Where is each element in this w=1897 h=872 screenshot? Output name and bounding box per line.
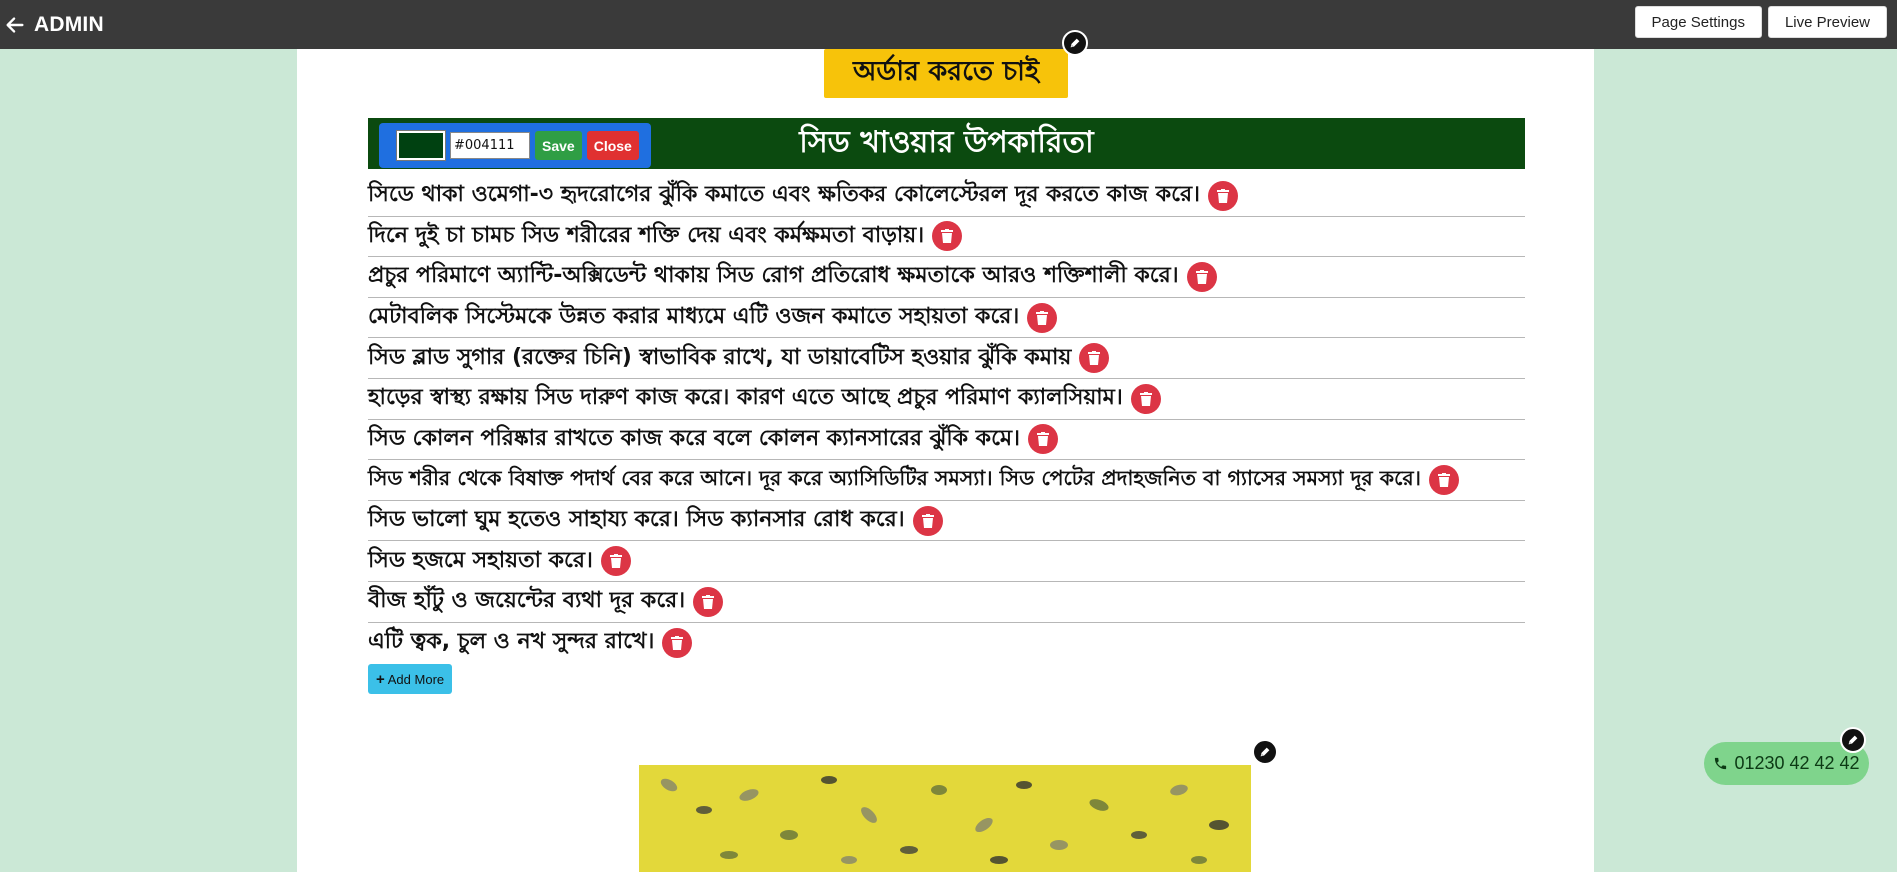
benefit-text[interactable]: প্রচুর পরিমাণে অ্যান্টি-অক্সিডেন্ট থাকায… xyxy=(368,258,1179,295)
edit-pen-icon[interactable] xyxy=(1062,30,1088,56)
trash-icon[interactable] xyxy=(1186,261,1217,292)
edit-pen-icon[interactable] xyxy=(1252,739,1278,765)
add-more-button[interactable]: + Add More xyxy=(368,664,453,694)
hex-color-input[interactable] xyxy=(450,132,530,159)
page-content: অর্ডার করতে চাই সিড খাওয়ার উপকারিতা Sav… xyxy=(297,30,1594,872)
benefit-item: সিড শরীর থেকে বিষাক্ত পদার্থ বের করে আনে… xyxy=(368,460,1525,501)
trash-icon[interactable] xyxy=(600,546,631,577)
admin-title: ADMIN xyxy=(34,12,104,36)
trash-icon[interactable] xyxy=(1207,180,1238,211)
benefit-text[interactable]: সিডে থাকা ওমেগা-৩ হৃদরোগের ঝুঁকি কমাতে এ… xyxy=(368,177,1200,214)
trash-icon[interactable] xyxy=(662,627,693,658)
plus-icon: + xyxy=(376,670,385,688)
benefit-item: দিনে দুই চা চামচ সিড শরীরের শক্তি দেয় এ… xyxy=(368,217,1525,258)
color-editor: Save Close xyxy=(379,123,651,168)
benefit-item: সিড ভালো ঘুম হতেও সাহায্য করে। সিড ক্যান… xyxy=(368,501,1525,542)
add-more-label: Add More xyxy=(387,671,445,687)
close-button[interactable]: Close xyxy=(586,131,639,160)
benefit-item: সিডে থাকা ওমেগা-৩ হৃদরোগের ঝুঁকি কমাতে এ… xyxy=(368,176,1525,217)
edit-pen-icon[interactable] xyxy=(1840,727,1866,753)
benefit-text[interactable]: হাড়ের স্বাস্থ্য রক্ষায় সিড দারুণ কাজ ক… xyxy=(368,380,1123,417)
benefit-text[interactable]: সিড ভালো ঘুম হতেও সাহায্য করে। সিড ক্যান… xyxy=(368,502,905,539)
benefit-text[interactable]: সিড কোলন পরিষ্কার রাখতে কাজ করে বলে কোলন… xyxy=(368,421,1020,458)
benefit-text[interactable]: দিনে দুই চা চামচ সিড শরীরের শক্তি দেয় এ… xyxy=(368,218,924,255)
color-swatch[interactable] xyxy=(396,130,446,161)
benefit-item: প্রচুর পরিমাণে অ্যান্টি-অক্সিডেন্ট থাকায… xyxy=(368,257,1525,298)
benefit-text[interactable]: মেটাবলিক সিস্টেমকে উন্নত করার মাধ্যমে এট… xyxy=(368,299,1019,336)
trash-icon[interactable] xyxy=(1130,383,1161,414)
benefit-item: সিড হজমে সহায়তা করে। xyxy=(368,541,1525,582)
benefit-text[interactable]: বীজ হাঁটু ও জয়েন্টের ব্যথা দূর করে। xyxy=(368,583,685,620)
phone-icon xyxy=(1715,757,1727,770)
benefit-text[interactable]: সিড ব্লাড সুগার (রক্তের চিনি) স্বাভাবিক … xyxy=(368,340,1071,377)
trash-icon[interactable] xyxy=(693,586,724,617)
trash-icon[interactable] xyxy=(932,221,963,252)
trash-icon[interactable] xyxy=(1027,302,1058,333)
phone-number: 01230 42 42 42 xyxy=(1734,753,1860,773)
trash-icon[interactable] xyxy=(912,505,943,536)
page-settings-button[interactable]: Page Settings xyxy=(1634,6,1762,38)
benefit-text[interactable]: সিড হজমে সহায়তা করে। xyxy=(368,543,593,580)
benefit-text[interactable]: এটি ত্বক, চুল ও নখ সুন্দর রাখে। xyxy=(368,624,654,661)
benefit-item: হাড়ের স্বাস্থ্য রক্ষায় সিড দারুণ কাজ ক… xyxy=(368,379,1525,420)
benefit-item: সিড কোলন পরিষ্কার রাখতে কাজ করে বলে কোলন… xyxy=(368,420,1525,461)
benefit-item: মেটাবলিক সিস্টেমকে উন্নত করার মাধ্যমে এট… xyxy=(368,298,1525,339)
live-preview-button[interactable]: Live Preview xyxy=(1767,6,1887,38)
benefit-text[interactable]: সিড শরীর থেকে বিষাক্ত পদার্থ বের করে আনে… xyxy=(368,463,1421,497)
arrow-left-icon xyxy=(6,16,24,33)
trash-icon[interactable] xyxy=(1028,424,1058,455)
order-button[interactable]: অর্ডার করতে চাই xyxy=(824,49,1068,98)
trash-icon[interactable] xyxy=(1079,343,1110,374)
admin-topbar: ADMIN Page Settings Live Preview xyxy=(0,0,1897,49)
benefit-item: এটি ত্বক, চুল ও নখ সুন্দর রাখে। xyxy=(368,623,1525,664)
top-actions: Page Settings Live Preview xyxy=(1634,6,1887,38)
save-button[interactable]: Save xyxy=(535,131,582,160)
trash-icon[interactable] xyxy=(1429,464,1459,495)
back-button[interactable] xyxy=(0,10,30,40)
benefit-item: সিড ব্লাড সুগার (রক্তের চিনি) স্বাভাবিক … xyxy=(368,338,1525,379)
seeds-image xyxy=(639,765,1251,872)
benefit-list: সিডে থাকা ওমেগা-৩ হৃদরোগের ঝুঁকি কমাতে এ… xyxy=(368,176,1525,663)
benefit-item: বীজ হাঁটু ও জয়েন্টের ব্যথা দূর করে। xyxy=(368,582,1525,623)
